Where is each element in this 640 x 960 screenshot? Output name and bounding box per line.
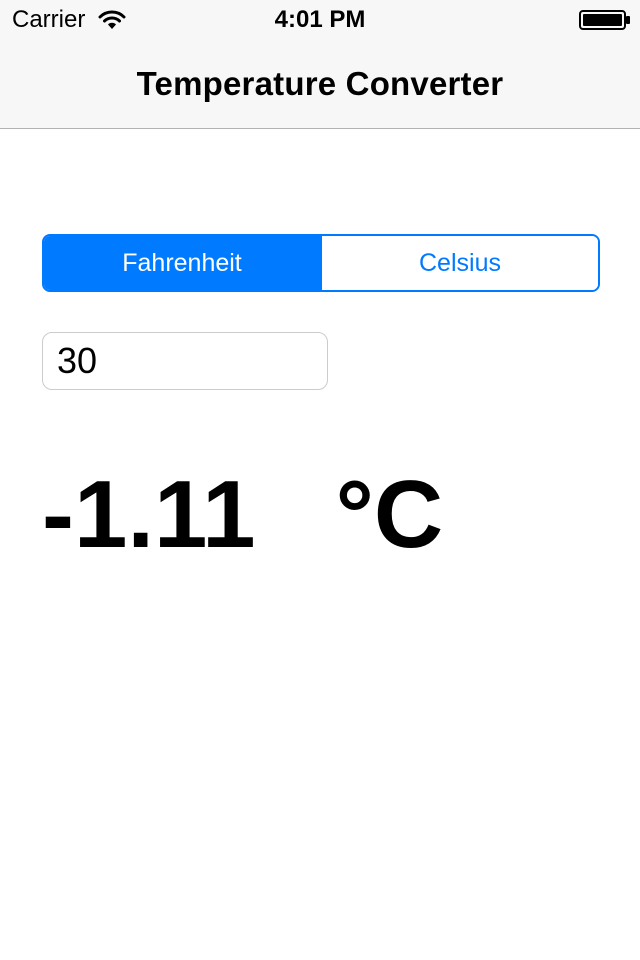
result-unit: °C: [335, 461, 444, 568]
result-value: -1.11: [42, 461, 256, 568]
unit-segmented-control[interactable]: Fahrenheit Celsius: [42, 234, 600, 292]
navigation-header: Carrier 4:01 PM Temperature Converter: [0, 0, 640, 129]
status-time: 4:01 PM: [274, 6, 366, 33]
segment-celsius[interactable]: Celsius: [320, 236, 598, 290]
page-title: Temperature Converter: [136, 65, 504, 102]
battery-full-icon: [579, 10, 631, 30]
segment-fahrenheit[interactable]: Fahrenheit: [44, 236, 320, 290]
temperature-input[interactable]: [42, 332, 328, 390]
status-bar: Carrier 4:01 PM: [0, 0, 640, 40]
conversion-result: -1.11 °C: [42, 460, 443, 570]
